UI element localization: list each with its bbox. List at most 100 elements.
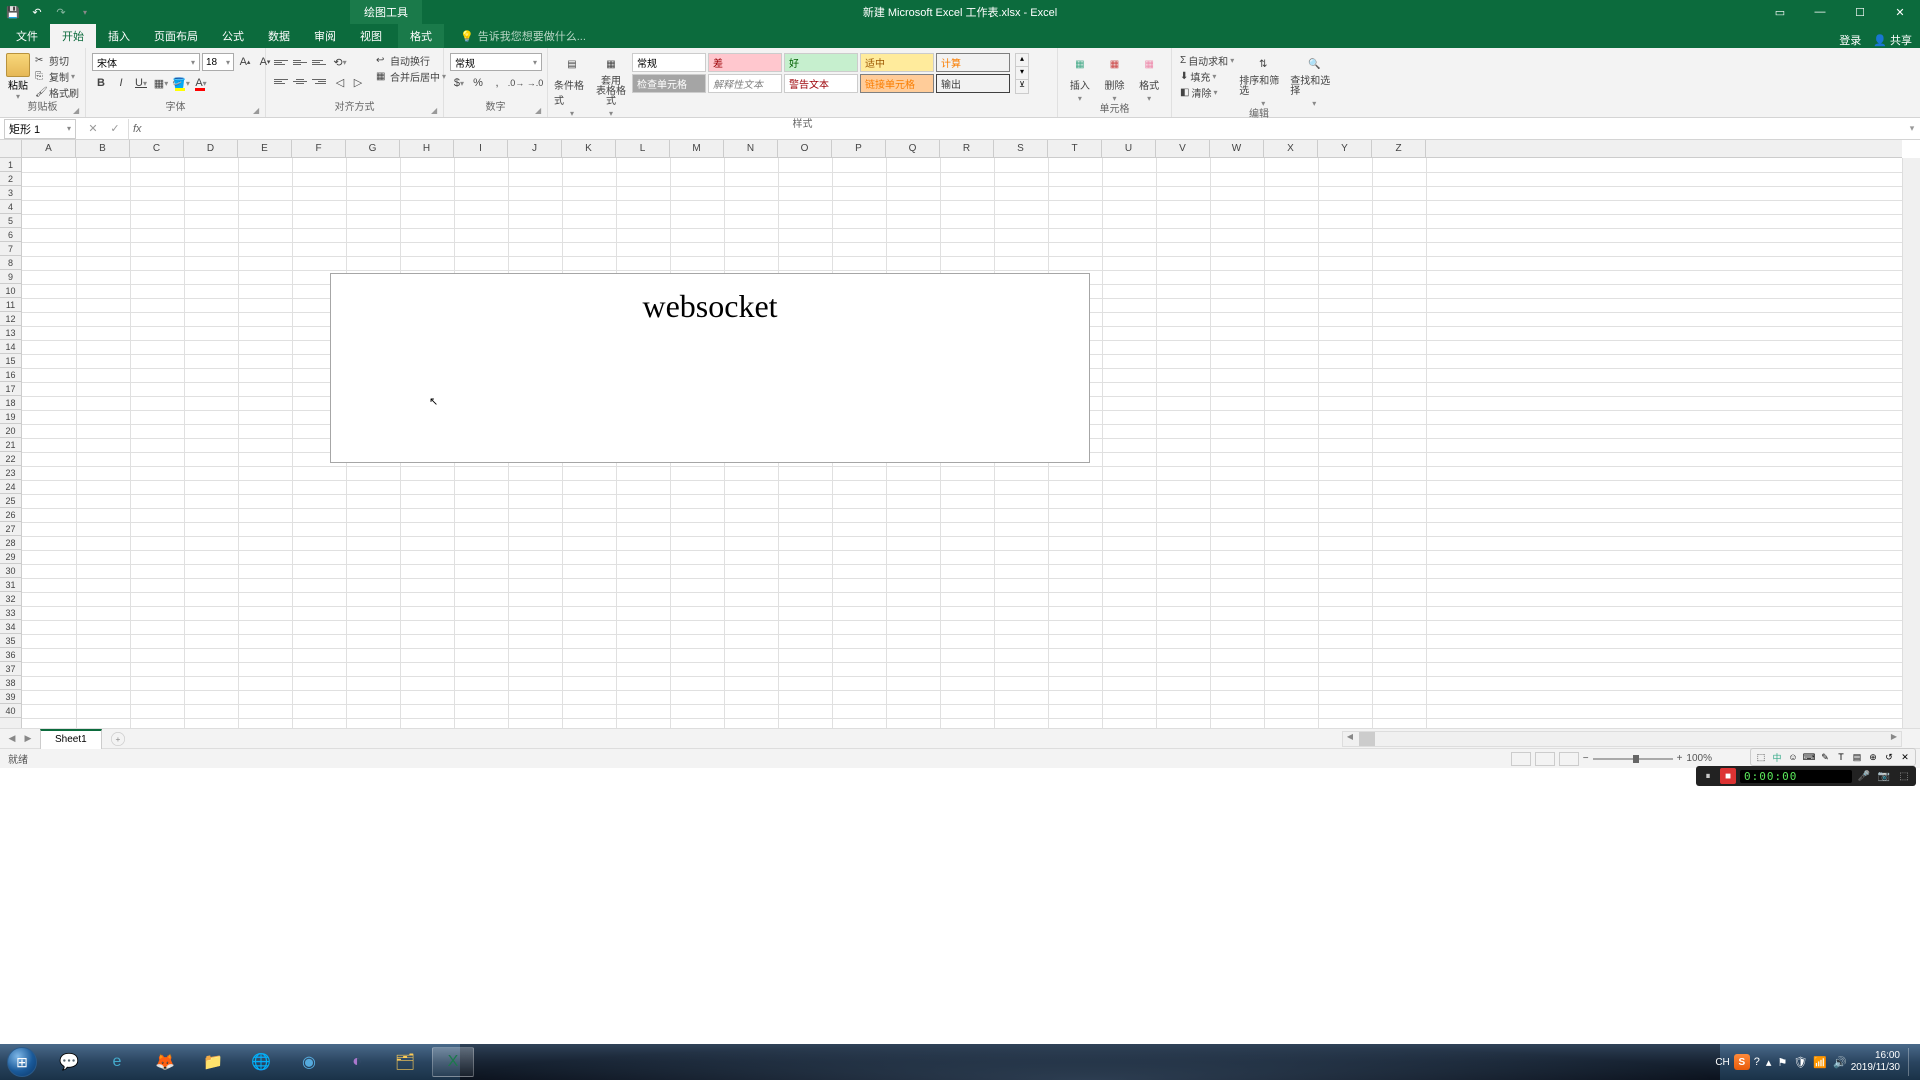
- scrollbar-thumb[interactable]: [1359, 732, 1375, 746]
- row-header[interactable]: 31: [0, 578, 21, 592]
- enter-formula-button[interactable]: ✓: [104, 119, 126, 139]
- tray-network-icon[interactable]: 📶: [1813, 1056, 1827, 1069]
- row-header[interactable]: 30: [0, 564, 21, 578]
- recorder-stop-button[interactable]: ■: [1720, 768, 1736, 784]
- column-header[interactable]: W: [1210, 140, 1264, 157]
- sheet-nav-prev[interactable]: ◀: [4, 731, 20, 747]
- row-header[interactable]: 28: [0, 536, 21, 550]
- save-icon[interactable]: 💾: [4, 3, 22, 21]
- undo-icon[interactable]: ↶: [28, 3, 46, 21]
- wrap-text-button[interactable]: ↩自动换行: [374, 53, 448, 68]
- taskbar-app-eclipse[interactable]: ◐: [336, 1047, 378, 1077]
- row-header[interactable]: 1: [0, 158, 21, 172]
- copy-button[interactable]: ⎘复制▾: [33, 69, 81, 84]
- row-header[interactable]: 13: [0, 326, 21, 340]
- style-warning[interactable]: 警告文本: [784, 74, 858, 93]
- merge-center-button[interactable]: ▦合并后居中▾: [374, 69, 448, 84]
- cell-styles-gallery[interactable]: 常规 差 好 适中 计算 检查单元格 解释性文本 警告文本 链接单元格 输出: [632, 53, 1010, 93]
- decrease-indent-button[interactable]: ◁: [331, 73, 349, 91]
- gallery-down-icon[interactable]: ▾: [1016, 67, 1028, 80]
- recorder-camera-icon[interactable]: 📷: [1876, 768, 1892, 784]
- page-layout-view-button[interactable]: [1535, 752, 1555, 766]
- fill-button[interactable]: ⬇填充▾: [1178, 69, 1236, 84]
- cancel-formula-button[interactable]: ✕: [82, 119, 104, 139]
- row-header[interactable]: 23: [0, 466, 21, 480]
- style-output[interactable]: 输出: [936, 74, 1010, 93]
- name-box[interactable]: 矩形 1▾: [4, 119, 76, 139]
- column-header[interactable]: R: [940, 140, 994, 157]
- row-header[interactable]: 14: [0, 340, 21, 354]
- column-header[interactable]: I: [454, 140, 508, 157]
- row-header[interactable]: 38: [0, 676, 21, 690]
- alignment-dialog-launcher[interactable]: ◢: [431, 106, 441, 116]
- ime-badge-icon[interactable]: S: [1734, 1054, 1750, 1070]
- zoom-slider[interactable]: [1593, 758, 1673, 760]
- taskbar-app-excel[interactable]: X: [432, 1047, 474, 1077]
- column-header[interactable]: K: [562, 140, 616, 157]
- delete-cells-button[interactable]: ▦删除▾: [1099, 53, 1131, 103]
- column-header[interactable]: Y: [1318, 140, 1372, 157]
- style-bad[interactable]: 差: [708, 53, 782, 72]
- align-middle-button[interactable]: [291, 53, 309, 71]
- style-neutral[interactable]: 适中: [860, 53, 934, 72]
- start-button[interactable]: [0, 1044, 44, 1080]
- tab-page-layout[interactable]: 页面布局: [142, 24, 210, 48]
- ribbon-display-icon[interactable]: ▭: [1760, 0, 1800, 24]
- italic-button[interactable]: I: [112, 74, 130, 92]
- taskbar-app-firefox[interactable]: 🦊: [144, 1047, 186, 1077]
- clear-button[interactable]: ◧清除▾: [1178, 85, 1236, 100]
- row-header[interactable]: 40: [0, 704, 21, 718]
- cells-area[interactable]: websocket ↖: [22, 158, 1902, 728]
- horizontal-scrollbar[interactable]: ◀ ▶: [1342, 731, 1902, 747]
- taskbar-app-folder[interactable]: 🗂: [384, 1047, 426, 1077]
- tab-home[interactable]: 开始: [50, 24, 96, 48]
- rec-tool-10[interactable]: ✕: [1898, 750, 1912, 764]
- percent-button[interactable]: %: [469, 74, 487, 92]
- sheet-tab-active[interactable]: Sheet1: [40, 729, 102, 749]
- row-header[interactable]: 16: [0, 368, 21, 382]
- rec-tool-7[interactable]: ▤: [1850, 750, 1864, 764]
- tab-review[interactable]: 审阅: [302, 24, 348, 48]
- sheet-nav-next[interactable]: ▶: [20, 731, 36, 747]
- recorder-mic-icon[interactable]: 🎤: [1856, 768, 1872, 784]
- tray-up-icon[interactable]: ▴: [1766, 1056, 1772, 1069]
- align-bottom-button[interactable]: [310, 53, 328, 71]
- taskbar-app-explorer[interactable]: 📁: [192, 1047, 234, 1077]
- row-header[interactable]: 34: [0, 620, 21, 634]
- style-normal[interactable]: 常规: [632, 53, 706, 72]
- clipboard-dialog-launcher[interactable]: ◢: [73, 106, 83, 116]
- taskbar-app-chrome[interactable]: 🌐: [240, 1047, 282, 1077]
- format-as-table-button[interactable]: ▦ 套用 表格格式▾: [593, 53, 629, 118]
- select-all-corner[interactable]: [0, 140, 22, 158]
- align-right-button[interactable]: [310, 72, 328, 90]
- comma-style-button[interactable]: ,: [488, 74, 506, 92]
- conditional-format-button[interactable]: ▤ 条件格式▾: [554, 53, 590, 118]
- rec-tool-1[interactable]: ⬚: [1754, 750, 1768, 764]
- row-header[interactable]: 21: [0, 438, 21, 452]
- tell-me-search[interactable]: 💡 告诉我您想要做什么...: [456, 24, 590, 48]
- row-header[interactable]: 32: [0, 592, 21, 606]
- format-cells-button[interactable]: ▦格式▾: [1133, 53, 1165, 103]
- row-header[interactable]: 27: [0, 522, 21, 536]
- number-dialog-launcher[interactable]: ◢: [535, 106, 545, 116]
- row-header[interactable]: 5: [0, 214, 21, 228]
- row-header[interactable]: 10: [0, 284, 21, 298]
- page-break-view-button[interactable]: [1559, 752, 1579, 766]
- sort-filter-button[interactable]: ⇅排序和筛选▾: [1239, 53, 1287, 108]
- column-header[interactable]: N: [724, 140, 778, 157]
- column-header[interactable]: D: [184, 140, 238, 157]
- decrease-decimal-button[interactable]: →.0: [526, 74, 544, 92]
- tab-view[interactable]: 视图: [348, 24, 394, 48]
- column-header[interactable]: P: [832, 140, 886, 157]
- gallery-up-icon[interactable]: ▴: [1016, 54, 1028, 67]
- increase-font-button[interactable]: A▴: [236, 53, 254, 71]
- column-header[interactable]: G: [346, 140, 400, 157]
- column-header[interactable]: U: [1102, 140, 1156, 157]
- row-header[interactable]: 19: [0, 410, 21, 424]
- row-header[interactable]: 18: [0, 396, 21, 410]
- row-header[interactable]: 33: [0, 606, 21, 620]
- style-good[interactable]: 好: [784, 53, 858, 72]
- row-header[interactable]: 7: [0, 242, 21, 256]
- align-center-button[interactable]: [291, 72, 309, 90]
- close-button[interactable]: ✕: [1880, 0, 1920, 24]
